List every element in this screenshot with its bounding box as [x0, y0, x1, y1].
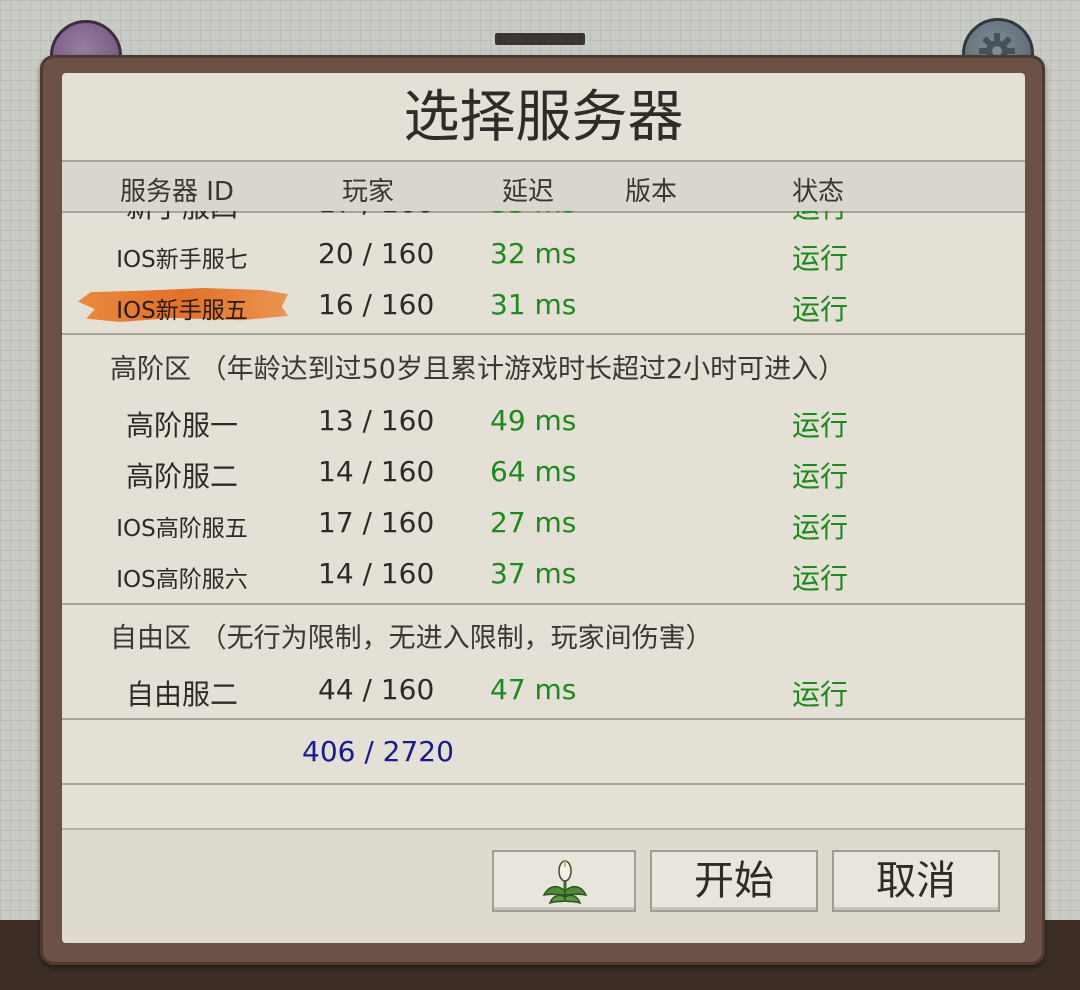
header-players: 玩家	[342, 177, 395, 207]
server-ping: 47 ms	[490, 673, 577, 706]
section-divider	[62, 603, 1025, 605]
server-players: 14 / 160	[318, 557, 435, 590]
section-divider	[62, 783, 1025, 785]
section-divider	[62, 718, 1025, 720]
server-list[interactable]: 新手服四 17 / 160 33 ms 运行 IOS新手服七 20 / 160 …	[62, 211, 1025, 831]
header-status: 状态	[792, 177, 845, 207]
server-status: 运行	[792, 460, 849, 493]
server-status: 运行	[792, 562, 849, 595]
server-row[interactable]: 高阶服一 13 / 160 49 ms 运行	[62, 396, 1025, 446]
server-players: 14 / 160	[318, 455, 435, 488]
server-ping: 27 ms	[490, 506, 577, 539]
server-row[interactable]: IOS高阶服五 17 / 160 27 ms 运行	[62, 498, 1025, 548]
cancel-button[interactable]: 取消	[832, 850, 1000, 912]
server-ping: 33 ms	[490, 211, 576, 219]
server-select-dialog: 选择服务器 服务器 ID 玩家 延迟 版本 状态 新手服四 17 / 160 3…	[62, 73, 1025, 943]
server-row-selected[interactable]: IOS新手服五 16 / 160 31 ms 运行	[62, 280, 1025, 330]
plant-icon	[542, 860, 588, 905]
server-players: 16 / 160	[318, 288, 435, 321]
server-row[interactable]: 自由服二 44 / 160 47 ms 运行	[62, 665, 1025, 715]
header-version: 版本	[625, 177, 678, 207]
section-divider	[62, 333, 1025, 335]
table-header: 服务器 ID 玩家 延迟 版本 状态	[62, 160, 1025, 213]
server-row[interactable]: IOS新手服七 20 / 160 32 ms 运行	[62, 229, 1025, 279]
server-name: 新手服四	[62, 211, 302, 226]
server-players: 20 / 160	[318, 237, 435, 270]
server-players: 17 / 160	[318, 506, 435, 539]
server-row[interactable]: 新手服四 17 / 160 33 ms 运行	[62, 211, 1025, 228]
server-name: IOS高阶服六	[116, 567, 248, 593]
start-button[interactable]: 开始	[650, 850, 818, 912]
server-status: 运行	[792, 293, 849, 326]
server-ping: 32 ms	[490, 237, 577, 270]
server-status: 运行	[792, 242, 849, 275]
header-latency: 延迟	[502, 177, 555, 207]
dialog-footer: 开始 取消	[62, 828, 1025, 943]
server-ping: 49 ms	[490, 404, 577, 437]
server-name: 高阶服一	[125, 409, 238, 442]
section-title-free: 自由区 （无行为限制，无进入限制，玩家间伤害）	[110, 623, 713, 654]
header-server-id: 服务器 ID	[120, 177, 234, 207]
server-name: 自由服二	[125, 678, 238, 711]
server-name: IOS高阶服五	[116, 516, 248, 542]
server-ping: 31 ms	[490, 288, 577, 321]
server-players: 13 / 160	[318, 404, 435, 437]
server-status: 运行	[792, 511, 849, 544]
server-status: 运行	[792, 678, 849, 711]
dialog-title: 选择服务器	[403, 85, 684, 150]
server-status: 运行	[792, 211, 848, 226]
plant-button[interactable]	[492, 850, 636, 912]
server-ping: 64 ms	[490, 455, 577, 488]
server-row[interactable]: IOS高阶服六 14 / 160 37 ms 运行	[62, 549, 1025, 599]
server-status: 运行	[792, 409, 849, 442]
server-row[interactable]: 高阶服二 14 / 160 64 ms 运行	[62, 447, 1025, 497]
top-drag-handle	[495, 33, 585, 45]
server-name: 高阶服二	[125, 460, 238, 493]
section-title-advanced: 高阶区 （年龄达到过50岁且累计游戏时长超过2小时可进入）	[110, 354, 846, 385]
total-players: 406 / 2720	[302, 735, 454, 768]
server-ping: 37 ms	[490, 557, 577, 590]
server-name: IOS新手服五	[116, 298, 248, 324]
server-players: 17 / 160	[318, 211, 434, 219]
server-players: 44 / 160	[318, 673, 435, 706]
server-name: IOS新手服七	[116, 247, 248, 273]
